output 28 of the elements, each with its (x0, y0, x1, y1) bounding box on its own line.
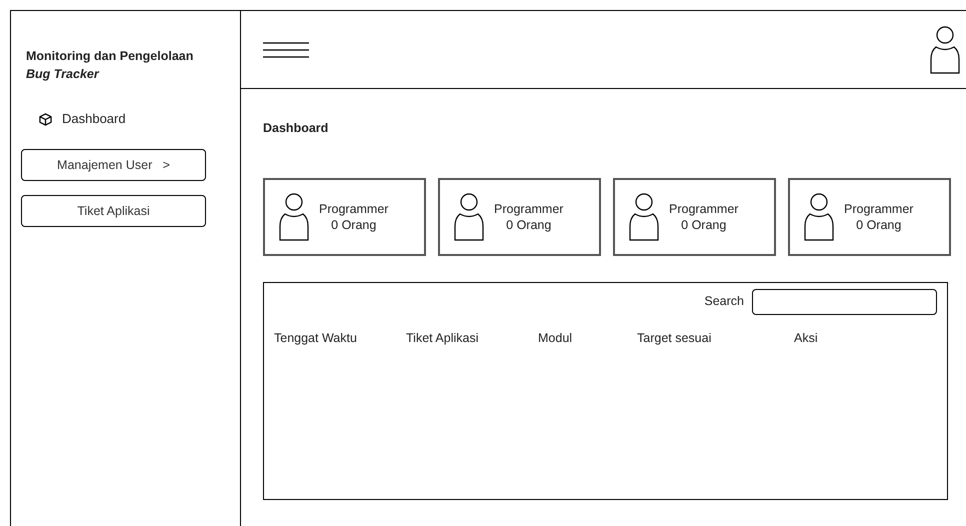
menu-icon[interactable] (263, 40, 309, 58)
card-count: 0 Orang (856, 216, 902, 233)
app-title: Monitoring dan Pengelolaan (26, 48, 194, 65)
cube-icon (39, 112, 52, 126)
user-icon (629, 190, 659, 243)
user-icon (930, 24, 960, 74)
user-icon (454, 190, 484, 243)
column-header: Target sesuai (637, 330, 712, 345)
card-count: 0 Orang (506, 216, 552, 233)
page-heading: Dashboard (263, 120, 330, 137)
search-label: Search (704, 293, 744, 310)
card-label: Programmer (319, 200, 388, 217)
column-header: Aksi (794, 330, 818, 345)
app-subtitle: Bug Tracker (26, 66, 100, 83)
card-label: Programmer (494, 200, 564, 217)
column-header: Tenggat Waktu (274, 330, 357, 345)
search-field[interactable] (752, 288, 937, 315)
column-header: Tiket Aplikasi (406, 330, 478, 345)
column-header: Modul (538, 330, 572, 345)
nav-link[interactable]: Dashboard (62, 109, 126, 129)
nav-button[interactable]: Manajemen User > (21, 149, 206, 181)
user-icon (804, 190, 834, 243)
nav-button[interactable]: Tiket Aplikasi (21, 195, 206, 227)
user-icon (279, 190, 309, 243)
card-count: 0 Orang (331, 216, 376, 233)
card-label: Programmer (844, 200, 914, 217)
card-label: Programmer (669, 200, 738, 217)
card-count: 0 Orang (681, 216, 726, 233)
